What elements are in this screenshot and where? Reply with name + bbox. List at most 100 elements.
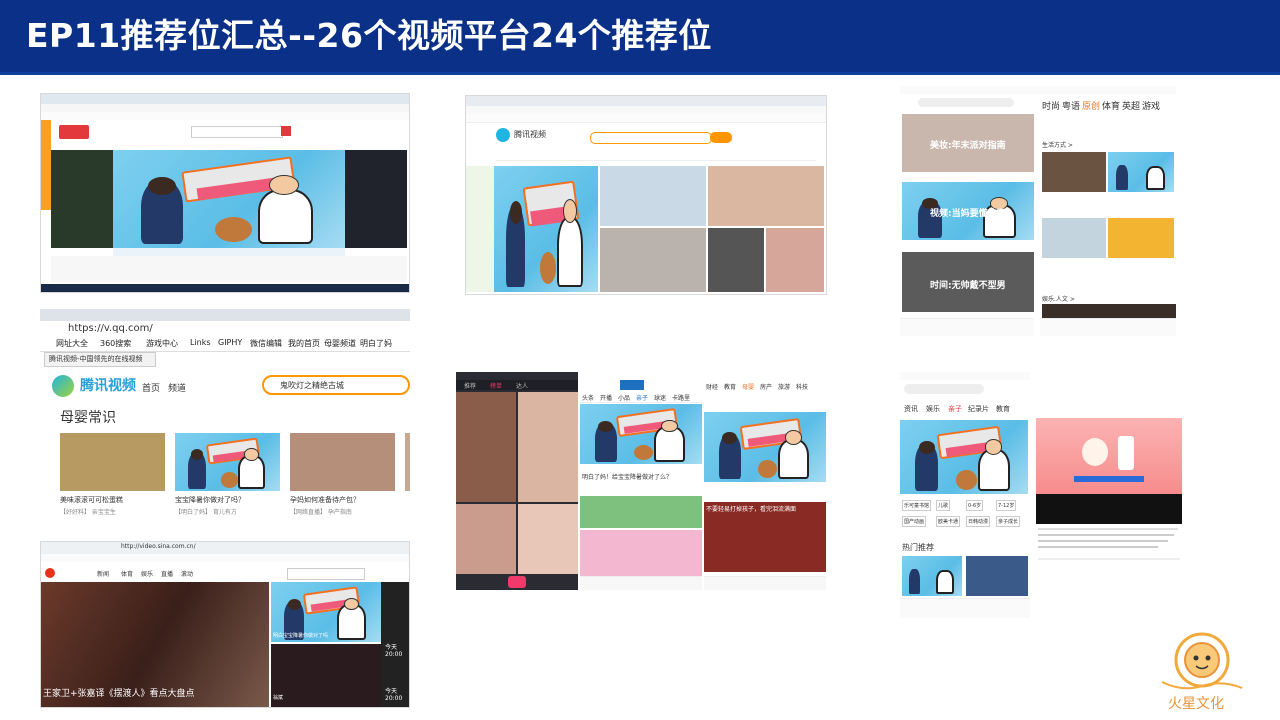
phone-b-caption[interactable]: 明白了妈！给宝宝降暑做对了么？ — [582, 472, 672, 481]
site-header — [51, 121, 407, 143]
nav-channel[interactable]: 频道 — [168, 381, 186, 394]
weibo-ad-image[interactable] — [1036, 418, 1182, 494]
card-thumb-3[interactable] — [290, 433, 395, 491]
section-lifestyle[interactable]: 生活方式 > — [1042, 140, 1073, 149]
site-search[interactable] — [191, 126, 283, 138]
screenshot-phones-mid: 推荐 榜单 达人 头条 开播 小品 亲子 球迷 卡路里 明白了妈！给宝宝降暑做对… — [456, 372, 826, 590]
bookmarks-bar — [41, 554, 409, 562]
thumb-strip — [113, 248, 345, 256]
nav-scroll[interactable]: 滚动 — [181, 569, 193, 578]
section-hot: 热门推荐 — [902, 543, 934, 552]
phone-b-video[interactable] — [580, 404, 702, 464]
phone-c: 财经 教育 母婴 房产 旅游 科技 不要轻易打掉孩子，看完泪流满面 — [704, 372, 826, 590]
search-input[interactable] — [287, 568, 365, 580]
search-button[interactable] — [710, 132, 732, 143]
bookmark-3[interactable]: 游戏中心 — [146, 338, 178, 349]
thumb-kid-1[interactable] — [600, 166, 706, 226]
sina-logo-icon — [43, 566, 83, 580]
address-url[interactable]: https://v.qq.com/ — [68, 323, 153, 334]
bookmark-1[interactable]: 网址大全 — [56, 338, 88, 349]
card-title-3[interactable]: 孕妈如何准备待产包？ — [290, 495, 360, 505]
tab-games[interactable]: 游戏 — [1142, 99, 1160, 110]
weibo-video-black — [1036, 494, 1182, 524]
bookmarks-bar: 网址大全 360搜索 游戏中心 Links GIPHY 微信编辑 我的首页 母婴… — [40, 337, 410, 352]
bookmark-6[interactable]: 微信编辑 — [250, 338, 282, 349]
bookmarks-bar — [41, 112, 409, 120]
search-input[interactable] — [904, 384, 984, 394]
tab-sports[interactable]: 体育 — [1102, 99, 1120, 110]
feed-item-fashion[interactable]: 时间:无帅戴不型男 — [902, 252, 1034, 312]
thumb-food[interactable] — [708, 166, 824, 226]
hero-banner[interactable] — [494, 166, 598, 292]
address-url[interactable]: http://video.sina.com.cn/ — [121, 543, 196, 550]
record-button[interactable] — [508, 576, 526, 588]
site-brand: 腾讯视频 — [80, 378, 136, 394]
phone-c-tabbar — [704, 576, 826, 590]
card-thumb-1[interactable] — [60, 433, 165, 491]
tab-fashion[interactable]: 时尚 — [1042, 99, 1060, 110]
phone-b: 头条 开播 小品 亲子 球迷 卡路里 明白了妈！给宝宝降暑做对了么？ — [580, 372, 702, 590]
tencent-video-logo-icon — [52, 375, 74, 397]
nav-news[interactable]: 新闻 — [97, 569, 109, 578]
bookmark-9[interactable]: 明白了妈 — [360, 338, 392, 349]
tencent-video-logo-icon — [496, 128, 510, 142]
search-box[interactable] — [590, 132, 712, 144]
svg-text:火星文化: 火星文化 — [1168, 696, 1224, 712]
hot-thumb-2[interactable] — [966, 556, 1028, 596]
phone-b-tabbar — [580, 576, 702, 590]
nav-ent[interactable]: 娱乐 — [141, 569, 153, 578]
phone-c-video[interactable] — [704, 412, 826, 482]
browser-tabbar — [466, 96, 826, 106]
thumb-kid-2[interactable] — [600, 228, 706, 292]
phone-c-video-2[interactable]: 不要轻易打掉孩子，看完泪流满面 — [704, 502, 826, 572]
schedule-column: 今天 20:00 今天 20:00 — [381, 582, 409, 707]
status-bar — [900, 372, 1030, 380]
card-title-2[interactable]: 宝宝降暑你做对了吗？ — [175, 495, 245, 505]
bookmark-5[interactable]: GIPHY — [218, 338, 242, 347]
bookmark-7[interactable]: 我的首页 — [288, 338, 320, 349]
channel-nav — [496, 152, 816, 161]
nav-home[interactable]: 首页 — [142, 381, 160, 394]
mascot-icon: 火星文化 — [1161, 632, 1243, 712]
thumb-baby[interactable] — [766, 228, 824, 292]
grid-thumb-1[interactable] — [1042, 152, 1106, 192]
tab-epl[interactable]: 英超 — [1122, 99, 1140, 110]
search-row — [900, 96, 1034, 110]
bottom-tabbar — [900, 598, 1030, 618]
card-title-1[interactable]: 美味滚滚可可松蛋糕 — [60, 495, 123, 505]
search-input[interactable] — [918, 98, 1014, 107]
left-ad — [466, 166, 494, 292]
card-thumb-2[interactable] — [175, 433, 280, 491]
thumb-dog[interactable] — [708, 228, 764, 292]
browser-tabbar — [40, 309, 410, 321]
nav-sports[interactable]: 体育 — [121, 569, 133, 578]
search-input[interactable]: 鬼吹灯之精绝古城 — [262, 375, 410, 395]
feed-item-parenting[interactable]: 视频:当妈要懂的事 — [902, 182, 1034, 240]
browser-tab[interactable]: 腾讯视频-中国领先的在线视频 — [44, 352, 156, 367]
grid-thumb-3[interactable] — [1042, 218, 1106, 258]
banner-art[interactable] — [113, 150, 345, 248]
section-title: 母婴常识 — [60, 410, 116, 426]
bookmark-4[interactable]: Links — [190, 338, 211, 347]
side-poster-bottom[interactable]: 翁斌 — [271, 644, 381, 707]
feed-item-makeup[interactable]: 美妆:年末派对指南 — [902, 114, 1034, 172]
kids-banner[interactable] — [900, 420, 1028, 494]
chip-grid: 乐可童书馆 儿歌 0-6岁 7-12岁 国产动画 欧美卡通 日韩动漫 亲子成长 — [902, 500, 1028, 532]
screenshot-weibo-card — [1036, 418, 1182, 574]
screenshot-qq-zoom: https://v.qq.com/ 网址大全 360搜索 游戏中心 Links … — [40, 309, 410, 527]
section-culture[interactable]: 娱乐.人文 > — [1042, 294, 1075, 303]
bookmark-2[interactable]: 360搜索 — [100, 338, 131, 349]
tab-original[interactable]: 原创 — [1082, 99, 1100, 110]
browser-tab-title: 腾讯视频-中国领先的在线视频 — [49, 355, 143, 363]
grid-thumb-2[interactable] — [1108, 152, 1174, 192]
bookmark-8[interactable]: 母婴频道 — [324, 338, 356, 349]
hot-thumb-1[interactable] — [902, 556, 962, 596]
nav-live[interactable]: 直播 — [161, 569, 173, 578]
search-button[interactable] — [281, 126, 291, 136]
grid-thumb-4[interactable] — [1108, 218, 1174, 258]
brand-mascot-logo: 火星文化 — [1142, 622, 1262, 714]
browser-tabbar — [41, 94, 409, 104]
main-poster[interactable]: 王家卫+张嘉译《摆渡人》看点大盘点 — [41, 582, 269, 707]
card-sub-2: 【明白了妈】 育儿有方 — [175, 509, 237, 516]
tab-cantonese[interactable]: 粤语 — [1062, 99, 1080, 110]
